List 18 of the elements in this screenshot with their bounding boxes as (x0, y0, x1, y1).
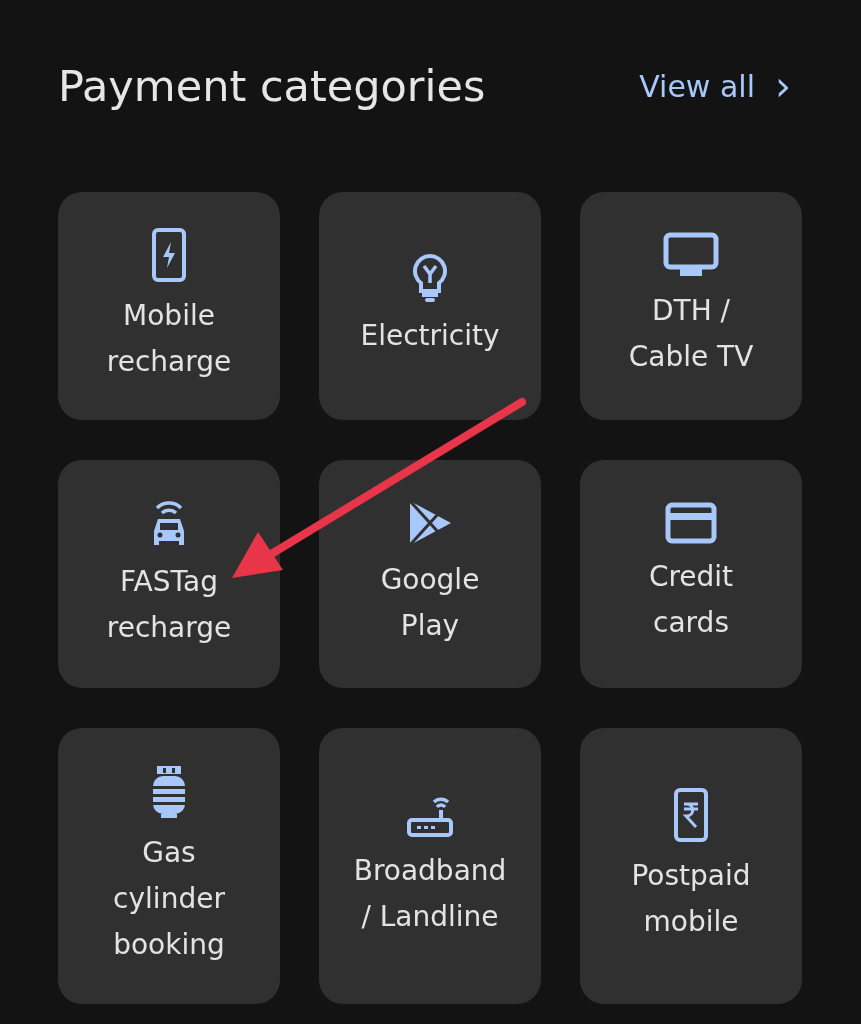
category-tile[interactable]: Electricity (319, 192, 541, 420)
category-tile[interactable]: Postpaid mobile (580, 728, 802, 1004)
category-tile[interactable]: Gas cylinder booking (58, 728, 280, 1004)
category-tile[interactable]: Mobile recharge (58, 192, 280, 420)
category-tile[interactable]: DTH / Cable TV (580, 192, 802, 420)
play-store-icon (407, 499, 453, 547)
phone-rupee-icon (673, 787, 709, 843)
section-title: Payment categories (58, 61, 486, 111)
view-all-link[interactable]: View all › (639, 66, 791, 106)
lightbulb-icon (411, 253, 449, 303)
chevron-icon: › (775, 66, 791, 106)
phone-bolt-icon (151, 227, 187, 283)
category-tile[interactable]: Broadband / Landline (319, 728, 541, 1004)
category-tile[interactable]: Credit cards (580, 460, 802, 688)
category-tile[interactable]: FASTag recharge (58, 460, 280, 688)
category-tile[interactable]: Google Play (319, 460, 541, 688)
credit-card-icon (665, 502, 717, 544)
tv-icon (663, 232, 719, 278)
